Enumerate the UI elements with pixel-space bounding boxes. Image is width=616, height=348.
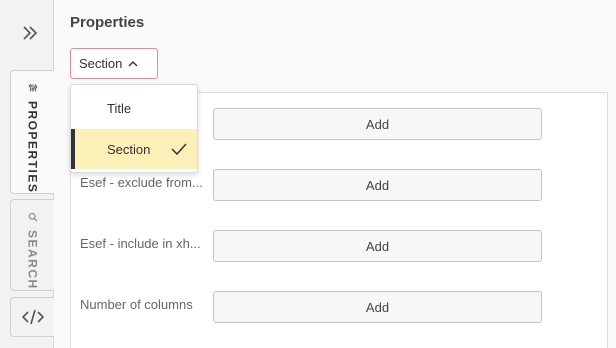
- property-row: Esef - include in xh... Add: [71, 230, 607, 262]
- left-rail: PROPERTIES SEARCH: [0, 0, 55, 348]
- search-icon: [28, 212, 37, 222]
- add-button[interactable]: Add: [213, 230, 542, 262]
- dropdown-option-label: Section: [107, 141, 151, 157]
- dropdown-option-section[interactable]: Section: [71, 129, 197, 169]
- property-label: Esef - include in xh...: [80, 236, 201, 251]
- property-row: Number of columns Add: [71, 291, 607, 323]
- add-button[interactable]: Add: [213, 108, 542, 140]
- tab-properties-label: PROPERTIES: [25, 100, 40, 193]
- double-chevron-right-icon: [23, 26, 38, 40]
- code-icon: [21, 309, 44, 325]
- property-label: Number of columns: [80, 297, 193, 312]
- property-label: Esef - exclude from...: [80, 175, 203, 190]
- add-button[interactable]: Add: [213, 169, 542, 201]
- page-title: Properties: [70, 14, 145, 31]
- properties-panel: Properties Section Add Esef - exclude fr…: [54, 0, 616, 348]
- tab-code[interactable]: [10, 297, 54, 337]
- chevron-up-icon: [128, 60, 138, 66]
- sliders-icon: [28, 84, 37, 92]
- dropdown-option-title[interactable]: Title: [71, 88, 197, 128]
- tab-search-label: SEARCH: [25, 230, 40, 290]
- dropdown-option-label: Title: [107, 100, 132, 116]
- tab-properties[interactable]: PROPERTIES: [10, 70, 55, 194]
- add-button[interactable]: Add: [213, 291, 542, 323]
- tab-search[interactable]: SEARCH: [10, 199, 54, 291]
- property-row: Esef - exclude from... Add: [71, 169, 607, 201]
- expand-rail-button[interactable]: [10, 14, 50, 52]
- element-type-dropdown: Title Section: [70, 84, 198, 173]
- element-type-value: Section: [79, 56, 123, 71]
- checkmark-icon: [171, 143, 187, 156]
- element-type-select[interactable]: Section: [70, 48, 158, 79]
